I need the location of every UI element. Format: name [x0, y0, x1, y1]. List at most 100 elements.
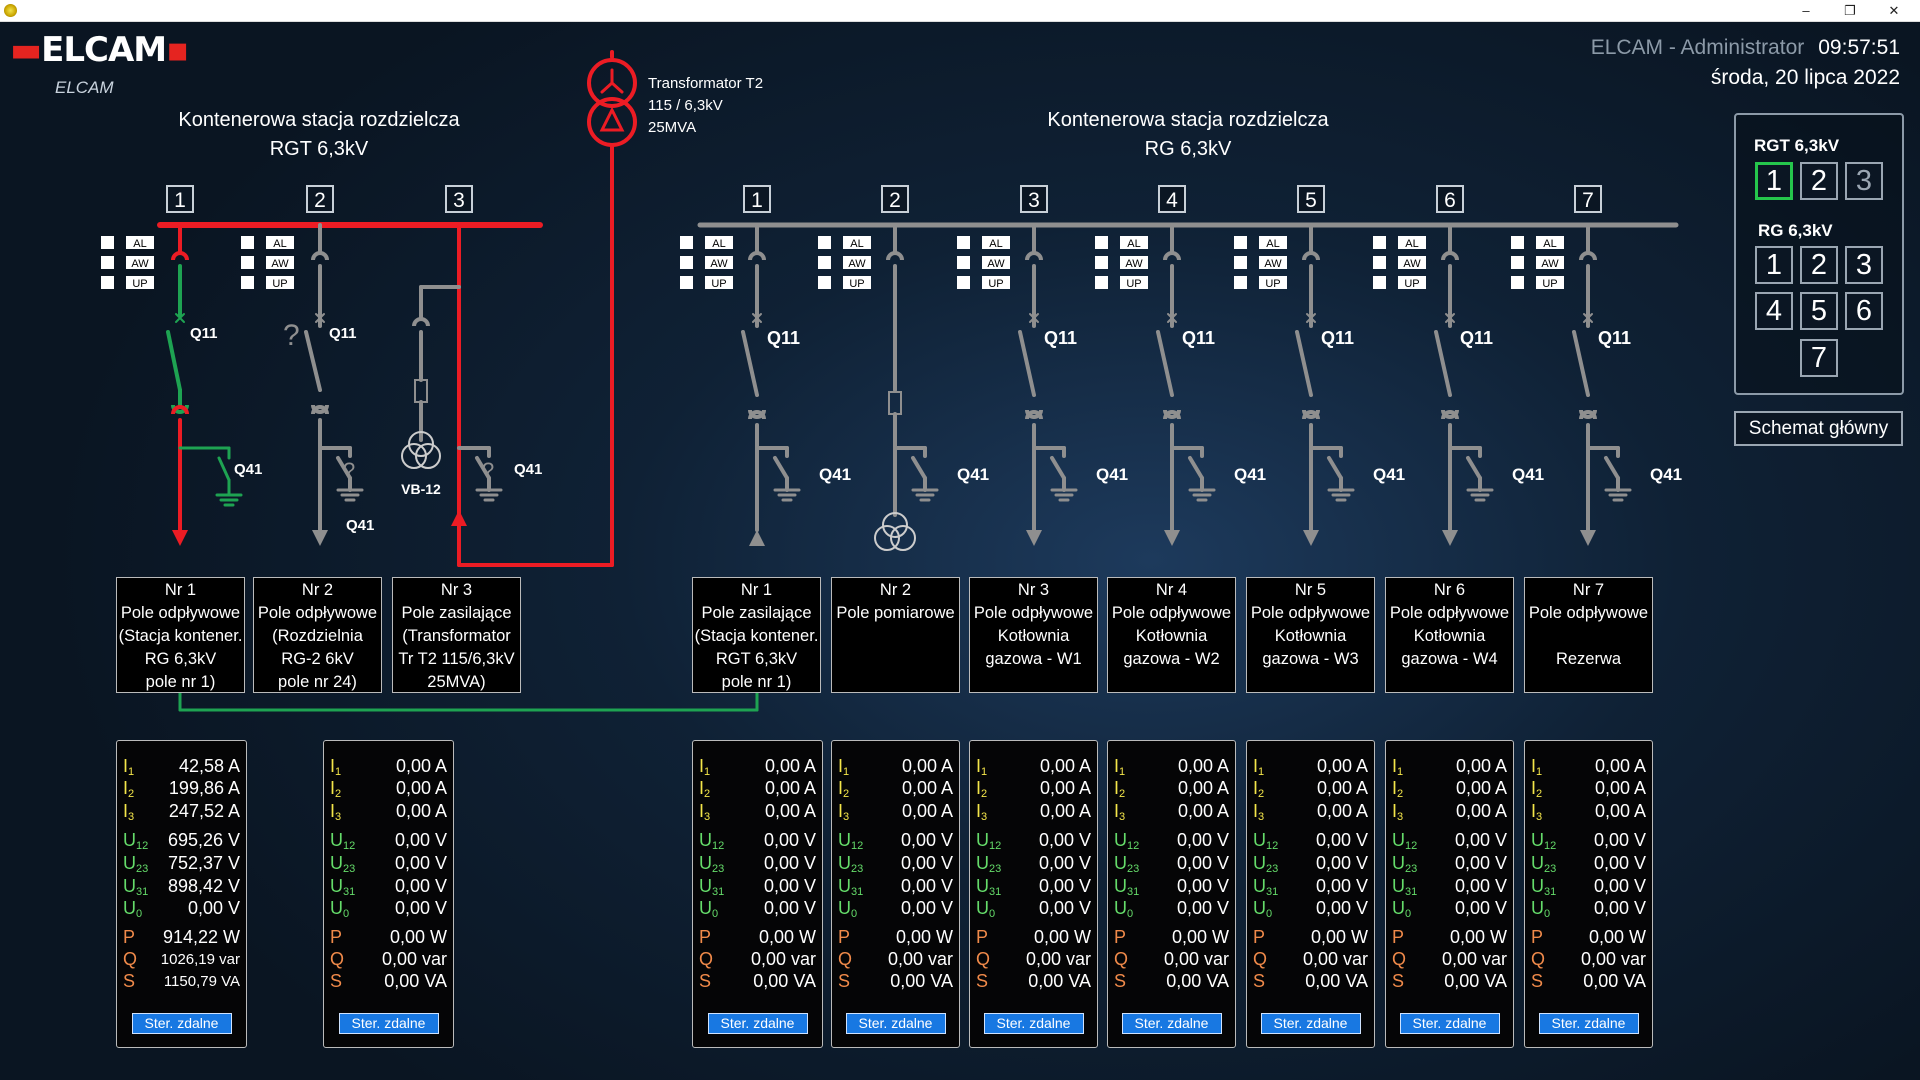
rg-field-6-description-line-4: gazowa - W4 — [1401, 650, 1498, 668]
rg-field-5-checkbox-AW — [1234, 256, 1247, 269]
rg-field-2-description-line-3 — [832, 625, 959, 648]
meter-row-u31: U31 0,00 V — [699, 875, 816, 898]
nav-rg-field-3[interactable]: 3 — [1845, 246, 1883, 284]
rg-field-6-description[interactable]: Nr 6 Pole odpływowe Kotłownia gazowa - W4 — [1385, 577, 1514, 693]
rgt-vt-plug — [412, 317, 430, 327]
rg-field-7-q41-blade — [1604, 456, 1620, 480]
meter-label-q: Q — [123, 949, 138, 969]
meter-value-i1: 0,00 A — [901, 756, 953, 776]
remote-control-button[interactable]: Ster. zdalne — [131, 1013, 232, 1034]
meter-label-q: Q — [976, 949, 991, 969]
nav-rg-field-7[interactable]: 7 — [1800, 339, 1838, 377]
meter-label-s: S — [1392, 971, 1405, 991]
meter-row-u31: U31 0,00 V — [1253, 875, 1368, 898]
meter-value-s: 0,00 VA — [384, 971, 447, 991]
meter-value-i3: 0,00 A — [1455, 801, 1507, 821]
rg-field-7-arrow — [1580, 530, 1596, 546]
meter-row-s: S 0,00 VA — [838, 970, 953, 993]
rg-field-4-q11-label: Q11 — [1182, 328, 1215, 348]
meter-label-q: Q — [1253, 949, 1268, 969]
rg-field-5-description-line-2: Pole odpływowe — [1250, 604, 1371, 622]
remote-control-button[interactable]: Ster. zdalne — [1121, 1013, 1222, 1034]
rg-field-6-q41-blade — [1466, 456, 1482, 480]
rg-field-7-plug-top — [1579, 251, 1597, 261]
meter-panel-rgt-2: I1 0,00 A I2 0,00 A I3 0,00 A U12 0,00 V U23 0,00… — [323, 740, 454, 1048]
rg-field-5-description[interactable]: Nr 5 Pole odpływowe Kotłownia gazowa - W3 — [1246, 577, 1375, 693]
nav-rg-field-1[interactable]: 1 — [1755, 246, 1793, 284]
remote-control-button[interactable]: Ster. zdalne — [983, 1013, 1084, 1034]
meter-value-i3: 0,00 A — [1594, 801, 1646, 821]
rg-field-6-description-line-5 — [1386, 671, 1513, 692]
meter-row-i1: I1 0,00 A — [838, 755, 953, 778]
nav-rg-field-4[interactable]: 4 — [1755, 292, 1793, 330]
meter-label-s: S — [123, 971, 136, 991]
meter-value-s: 0,00 VA — [1583, 971, 1646, 991]
transformer-label-line2: 115 / 6,3kV — [648, 97, 723, 114]
meter-row-i3: I3 0,00 A — [838, 800, 953, 823]
meter-value-u0: 0,00 V — [187, 898, 240, 918]
remote-control-button[interactable]: Ster. zdalne — [707, 1013, 808, 1034]
remote-control-button[interactable]: Ster. zdalne — [845, 1013, 946, 1034]
rg-field-5-number-text: 5 — [1305, 189, 1317, 212]
remote-control-button[interactable]: Ster. zdalne — [1260, 1013, 1361, 1034]
meter-label-i3: I3 — [1392, 801, 1404, 823]
meter-value-q: 0,00 var — [1163, 949, 1229, 969]
rgt-f3-q41-label: Q41 — [514, 461, 542, 478]
rg-field-5-description-line-3: Kotłownia — [1274, 627, 1347, 645]
meter-label-p: P — [699, 927, 712, 947]
meter-row-u12: U12 0,00 V — [1114, 829, 1229, 852]
nav-rgt-field-1[interactable]: 1 — [1755, 162, 1793, 200]
rg-field-1-description-line-5: pole nr 1) — [721, 673, 792, 691]
meter-value-i2: 0,00 A — [1455, 778, 1507, 798]
meter-value-s: 0,00 VA — [1444, 971, 1507, 991]
rg-field-2-description[interactable]: Nr 2 Pole pomiarowe — [831, 577, 960, 693]
meter-panel-rgt-1: I1 42,58 A I2 199,86 A I3 247,52 A U12 695,26 V… — [116, 740, 247, 1048]
rg-field-4-q11-blade — [1156, 330, 1174, 397]
rg-field-7-description[interactable]: Nr 7 Pole odpływowe Rezerwa — [1524, 577, 1653, 693]
rg-field-6-plug-top — [1441, 251, 1459, 261]
meter-value-u12: 0,00 V — [1038, 830, 1091, 850]
meter-row-s: S 0,00 VA — [1392, 970, 1507, 993]
main-schematic-button[interactable]: Schemat główny — [1734, 411, 1903, 446]
rgt-field-1-description-line-3: (Stacja kontener. — [118, 627, 243, 645]
nav-rg-field-6[interactable]: 6 — [1845, 292, 1883, 330]
remote-control-button[interactable]: Ster. zdalne — [1399, 1013, 1500, 1034]
nav-rg-field-2[interactable]: 2 — [1800, 246, 1838, 284]
meter-row-u0: U0 0,00 V — [330, 897, 447, 920]
meter-value-q: 0,00 var — [750, 949, 816, 969]
rg-field-3-tag-text-AL: AL — [989, 238, 1002, 250]
meter-row-i2: I2 0,00 A — [976, 777, 1091, 800]
rg-field-1-description[interactable]: Nr 1 Pole zasilające (Stacja kontener. RGT … — [692, 577, 821, 693]
meter-row-i2: I2 0,00 A — [1531, 777, 1646, 800]
nav-rgt-field-3[interactable]: 3 — [1845, 162, 1883, 200]
rg-field-4-description[interactable]: Nr 4 Pole odpływowe Kotłownia gazowa - W2 — [1107, 577, 1236, 693]
remote-control-button[interactable]: Ster. zdalne — [1538, 1013, 1639, 1034]
remote-control-button[interactable]: Ster. zdalne — [338, 1013, 439, 1034]
rgt-field-2-description[interactable]: Nr 2 Pole odpływowe (Rozdzielnia RG-2 6kV po… — [253, 577, 382, 693]
rg-field-6-checkbox-UP — [1373, 276, 1386, 289]
meter-value-p: 0,00 W — [1310, 927, 1368, 947]
meter-label-u0: U0 — [976, 898, 996, 920]
rg-field-7-checkbox-UP — [1511, 276, 1524, 289]
meter-row-q: Q 0,00 var — [1253, 948, 1368, 971]
rg-field-7-description-line-2: Pole odpływowe — [1528, 604, 1649, 622]
meter-row-i2: I2 199,86 A — [123, 777, 240, 800]
rg-field-3-q41-label: Q41 — [1096, 465, 1128, 484]
rg-field-3-description[interactable]: Nr 3 Pole odpływowe Kotłownia gazowa - W1 — [969, 577, 1098, 693]
meter-row-i3: I3 0,00 A — [1392, 800, 1507, 823]
nav-rg-field-5[interactable]: 5 — [1800, 292, 1838, 330]
meter-row-i1: I1 0,00 A — [1253, 755, 1368, 778]
rg-field-5-arrow — [1303, 530, 1319, 546]
rgt-field-1-description[interactable]: Nr 1 Pole odpływowe (Stacja kontener. RG 6,… — [116, 577, 245, 693]
rgt-field-2-tag-text-AW: AW — [271, 258, 289, 270]
rg-field-3-tag-text-AW: AW — [987, 258, 1005, 270]
meter-row-u31: U31 0,00 V — [1114, 875, 1229, 898]
meter-row-p: P 0,00 W — [1253, 926, 1368, 949]
rg-field-2-description-line-2: Pole pomiarowe — [836, 604, 955, 622]
meter-row-u12: U12 0,00 V — [1392, 829, 1507, 852]
meter-label-i3: I3 — [976, 801, 988, 823]
meter-row-u23: U23 0,00 V — [1392, 852, 1507, 875]
nav-rgt-field-2[interactable]: 2 — [1800, 162, 1838, 200]
rg-field-1-q11-label: Q11 — [767, 328, 800, 348]
rgt-field-3-description[interactable]: Nr 3 Pole zasilające (Transformator Tr T2 1… — [392, 577, 521, 693]
